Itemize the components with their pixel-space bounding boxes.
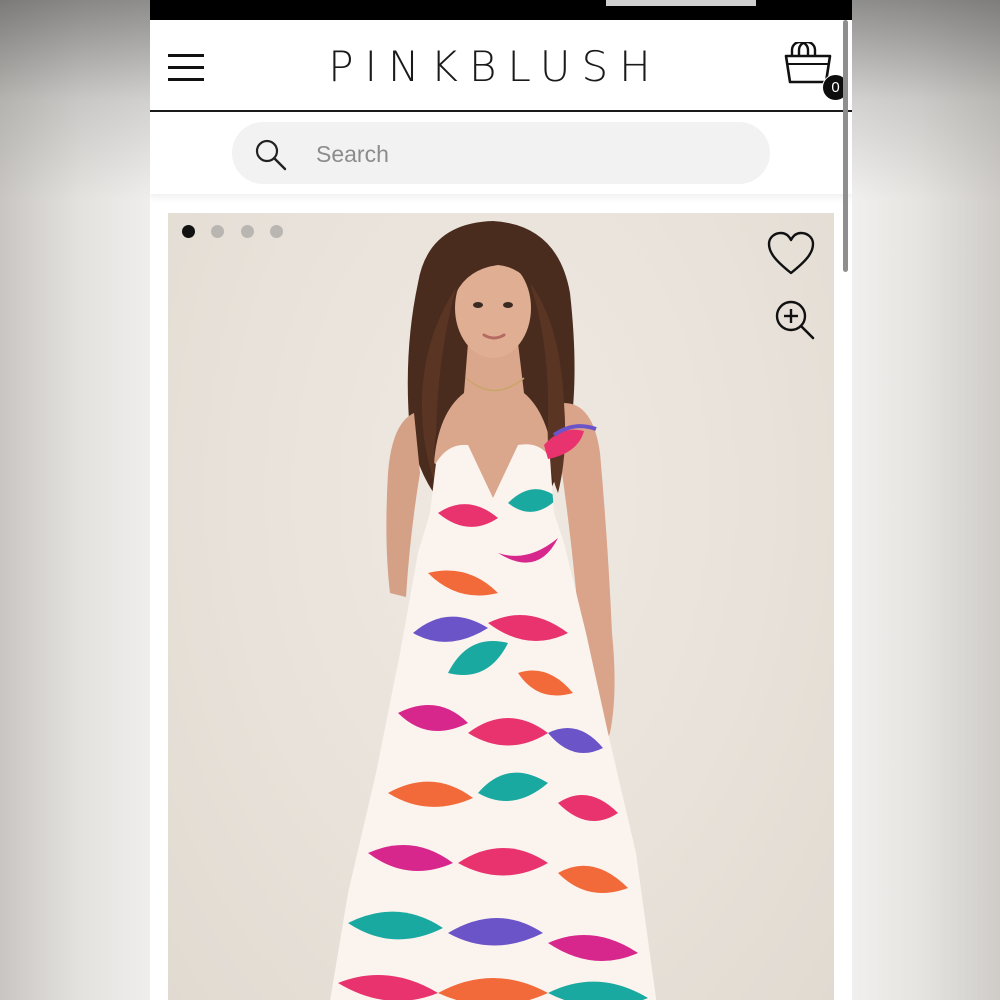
gallery-dot-4[interactable] xyxy=(270,225,284,238)
phone-screen: PINKBLUSH 0 xyxy=(150,0,852,1000)
wishlist-button[interactable] xyxy=(766,231,816,277)
menu-button[interactable] xyxy=(166,52,206,84)
search-box[interactable] xyxy=(232,122,770,184)
status-bar xyxy=(150,0,852,20)
search-input[interactable] xyxy=(314,133,738,175)
zoom-button[interactable] xyxy=(774,299,816,341)
search-bar-container xyxy=(150,112,852,194)
scrollbar[interactable] xyxy=(843,20,848,272)
brand-logo[interactable]: PINKBLUSH xyxy=(300,42,690,91)
cart-button[interactable]: 0 xyxy=(782,40,849,101)
gallery-dot-1[interactable] xyxy=(182,225,195,238)
gallery-dot-3[interactable] xyxy=(240,225,254,238)
zoom-in-icon xyxy=(775,300,815,340)
status-indicator xyxy=(606,0,756,6)
search-icon[interactable] xyxy=(254,138,288,172)
site-header: PINKBLUSH 0 xyxy=(150,20,852,112)
model-in-floral-maxi-dress xyxy=(328,221,658,1000)
gallery-pagination xyxy=(182,225,295,239)
gallery-dot-2[interactable] xyxy=(211,225,225,238)
product-image[interactable] xyxy=(168,213,834,1000)
heart-outline-icon xyxy=(767,231,815,275)
